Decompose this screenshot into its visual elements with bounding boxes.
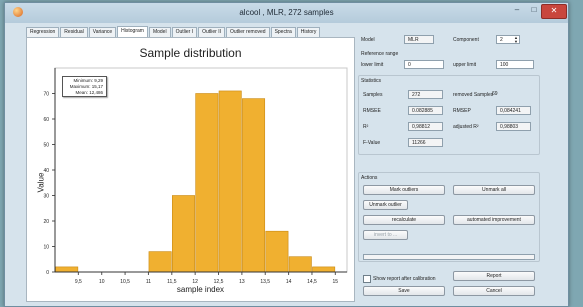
title-bar: alcool , MLR, 272 samples – □ ✕	[5, 3, 568, 23]
automated-improvement-button[interactable]: automated improvement	[453, 215, 535, 225]
tab-outlier-i[interactable]: Outlier I	[171, 27, 198, 37]
y-tick-label: 70	[43, 92, 49, 98]
y-tick-label: 0	[46, 270, 49, 276]
recalculate-button[interactable]: recalculate	[363, 215, 445, 225]
histogram-bar	[148, 251, 172, 273]
save-button[interactable]: Save	[363, 286, 445, 296]
close-button[interactable]: ✕	[541, 4, 567, 19]
upper-limit-label: upper limit	[453, 62, 477, 68]
tab-residual[interactable]: Residual	[60, 27, 88, 37]
tab-spectra[interactable]: Spectra	[270, 27, 296, 37]
histogram-bar	[288, 256, 312, 273]
rmsep-label: RMSEP	[453, 108, 471, 114]
spin-down-icon[interactable]: ▼	[513, 40, 519, 44]
x-axis-title: sample index	[176, 285, 225, 294]
histogram-bar	[195, 93, 219, 273]
adjusted-r2-field: 0,98803	[496, 122, 531, 131]
tab-model[interactable]: Model	[148, 27, 171, 37]
invert-to-button[interactable]: invert to ...	[363, 230, 408, 240]
progress-bar	[363, 254, 535, 260]
model-label: Model	[361, 37, 375, 43]
stats-box: Minimum: 9,29 Maximum: 15,17 Mean: 12,48…	[62, 76, 107, 97]
tab-histogram[interactable]: Histogram	[117, 26, 148, 37]
reference-range-label: Reference range	[361, 51, 399, 57]
r2-field: 0,98812	[408, 122, 443, 131]
mark-outliers-button[interactable]: Mark outliers	[363, 185, 445, 195]
y-tick-label: 60	[43, 117, 49, 123]
cancel-button[interactable]: Cancel	[453, 286, 535, 296]
y-tick-label: 50	[43, 143, 49, 149]
lower-limit-input[interactable]: 0	[404, 60, 444, 69]
show-report-label: Show report after calibration	[373, 276, 436, 282]
report-button[interactable]: Report	[453, 271, 535, 281]
tab-variance[interactable]: Variance	[88, 27, 117, 37]
upper-limit-input[interactable]: 100	[496, 60, 534, 69]
removed-samples-field: 69	[492, 91, 498, 97]
component-label: Component	[453, 37, 479, 43]
show-report-checkbox[interactable]	[363, 275, 371, 283]
chart-title: Sample distribution	[139, 46, 242, 60]
removed-samples-label: removed Samples	[453, 92, 494, 98]
adjusted-r2-label: adjusted R²	[453, 124, 479, 130]
y-tick-label: 10	[43, 245, 49, 251]
histogram-bar	[218, 90, 242, 273]
samples-label: Samples	[363, 92, 383, 98]
histogram-panel: 0 10 20 30 40 50 60 70 9,5 10 10,5 11 11,5 12 12,5 13 13…	[26, 37, 355, 302]
component-value: 2	[500, 37, 503, 43]
tab-bar: Regression Residual Variance Histogram Model…	[26, 26, 321, 37]
statistics-label: Statistics	[361, 78, 382, 84]
lower-limit-label: lower limit	[361, 62, 384, 68]
f-value-field: 11266	[408, 138, 443, 147]
stats-mean: Mean: 12,486	[75, 90, 103, 95]
control-panel: Model MLR Component 2 ▲ ▼ Reference rang…	[358, 32, 558, 302]
model-field: MLR	[404, 35, 434, 44]
tab-history[interactable]: History	[296, 27, 321, 37]
unmark-outlier-button[interactable]: Unmark outlier	[363, 200, 408, 210]
samples-field: 272	[408, 90, 443, 99]
histogram-bar	[55, 266, 79, 273]
y-tick-label: 20	[43, 219, 49, 225]
r2-label: R²	[363, 124, 369, 130]
window-title: alcool , MLR, 272 samples	[239, 8, 334, 17]
tab-outlier-ii[interactable]: Outlier II	[198, 27, 225, 37]
histogram-bar	[242, 98, 266, 273]
actions-label: Actions	[361, 175, 378, 181]
component-spinner[interactable]: 2 ▲ ▼	[496, 35, 520, 44]
rmsee-label: RMSEE	[363, 108, 381, 114]
tab-outlier-removed[interactable]: Outlier removed	[225, 27, 270, 37]
histogram-bar	[265, 230, 289, 273]
histogram-bar	[312, 266, 336, 273]
f-value-label: F-Value	[363, 140, 381, 146]
rmsee-field: 0.082885	[408, 106, 443, 115]
unmark-all-button[interactable]: Unmark all	[453, 185, 535, 195]
y-axis-title: Value	[36, 172, 46, 193]
histogram-bar	[172, 195, 195, 273]
tab-regression[interactable]: Regression	[26, 27, 60, 37]
rmsep-field: 0,084241	[496, 106, 531, 115]
